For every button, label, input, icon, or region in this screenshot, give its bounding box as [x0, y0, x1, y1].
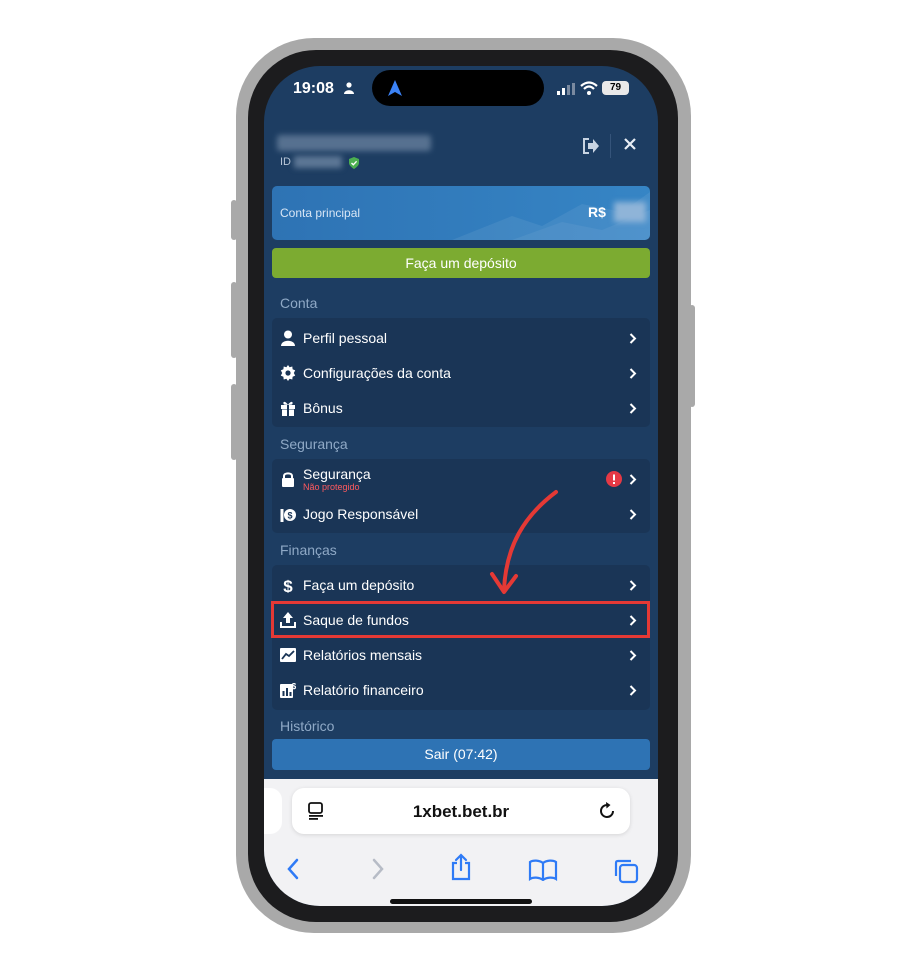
tabs-icon[interactable]: [613, 858, 639, 884]
phone-screen: 19:08 79 ID Conta principal R$ Faça um d…: [264, 66, 658, 906]
alert-icon: [606, 471, 622, 487]
dynamic-island: [372, 70, 544, 106]
navigation-arrow-icon: [388, 80, 402, 96]
responsible-gaming-icon: $: [280, 509, 296, 522]
menu-item-label: Perfil pessoal: [303, 330, 388, 346]
chevron-right-icon: [629, 403, 637, 414]
menu-item-label: Relatório financeiro: [303, 682, 424, 698]
section-title-seguranca: Segurança: [280, 436, 348, 452]
security-status-text: Não protegido: [303, 482, 360, 492]
reload-icon[interactable]: [598, 802, 616, 820]
back-icon[interactable]: [286, 858, 300, 880]
section-title-financas: Finanças: [280, 542, 337, 558]
logout-icon[interactable]: [582, 138, 600, 154]
person-icon: [344, 82, 354, 94]
volume-up-button: [231, 282, 237, 358]
svg-text:$: $: [287, 511, 292, 521]
power-button: [689, 305, 695, 407]
annotation-arrow: [490, 490, 558, 594]
menu-item-account-settings[interactable]: Configurações da conta: [272, 355, 650, 390]
forward-icon[interactable]: [371, 858, 385, 880]
user-id-label: ID: [280, 156, 291, 168]
previous-tab-peek[interactable]: [264, 788, 282, 834]
chevron-right-icon: [629, 509, 637, 520]
share-icon[interactable]: [450, 853, 472, 881]
menu-item-deposit[interactable]: $ Faça um depósito: [272, 567, 650, 602]
chevron-right-icon: [629, 474, 637, 485]
address-bar[interactable]: 1xbet.bet.br: [292, 788, 630, 834]
user-id-redacted: [294, 156, 342, 168]
browser-toolbar: 1xbet.bet.br: [264, 779, 658, 906]
gear-icon: [280, 365, 296, 381]
menu-item-bonus[interactable]: Bônus: [272, 390, 650, 425]
home-indicator: [390, 899, 532, 904]
chevron-right-icon: [629, 685, 637, 696]
chevron-right-icon: [629, 368, 637, 379]
financial-report-icon: $: [280, 682, 296, 698]
menu-item-financial-report[interactable]: $ Relatório financeiro: [272, 672, 650, 707]
menu-item-label: Jogo Responsável: [303, 506, 419, 522]
account-balance-redacted: [614, 202, 646, 222]
lock-icon: [282, 472, 294, 487]
cellular-signal-icon: [557, 83, 575, 95]
battery-indicator: 79: [602, 81, 629, 95]
menu-item-label: Segurança: [303, 466, 371, 482]
verified-shield-icon: [349, 157, 359, 169]
user-icon: [281, 330, 295, 346]
volume-down-button: [231, 384, 237, 460]
menu-item-label: Faça um depósito: [303, 577, 415, 593]
highlight-box: [271, 601, 650, 638]
seguranca-group: Segurança Não protegido $ Jogo Responsáv…: [272, 459, 650, 533]
chart-icon: [280, 648, 296, 662]
menu-item-personal-profile[interactable]: Perfil pessoal: [272, 320, 650, 355]
svg-text:$: $: [292, 682, 296, 691]
section-title-historico: Histórico: [280, 718, 335, 734]
svg-text:$: $: [283, 577, 293, 593]
bookmarks-icon[interactable]: [528, 859, 558, 881]
menu-item-responsible-gaming[interactable]: $ Jogo Responsável: [272, 496, 650, 531]
close-icon[interactable]: [623, 137, 637, 151]
url-text: 1xbet.bet.br: [412, 802, 510, 821]
account-currency: R$: [588, 204, 606, 220]
chevron-right-icon: [629, 650, 637, 661]
menu-item-label: Configurações da conta: [303, 365, 451, 381]
section-title-conta: Conta: [280, 295, 318, 311]
mute-switch: [231, 200, 237, 240]
account-label: Conta principal: [280, 206, 361, 220]
make-deposit-button[interactable]: Faça um depósito: [272, 248, 650, 278]
conta-group: Perfil pessoal Configurações da conta Bô…: [272, 318, 650, 427]
chevron-right-icon: [629, 333, 637, 344]
dollar-icon: $: [283, 577, 293, 593]
chevron-right-icon: [629, 580, 637, 591]
user-name-redacted: [277, 135, 431, 151]
status-time: 19:08: [293, 80, 334, 97]
logout-button[interactable]: Sair (07:42): [272, 739, 650, 770]
header-divider: [610, 134, 611, 158]
menu-item-label: Relatórios mensais: [303, 647, 423, 663]
menu-item-monthly-reports[interactable]: Relatórios mensais: [272, 637, 650, 672]
menu-item-label: Bônus: [303, 400, 343, 416]
wifi-icon: [580, 81, 598, 95]
gift-icon: [281, 401, 295, 416]
menu-item-security[interactable]: Segurança Não protegido: [272, 461, 650, 496]
main-account-card[interactable]: Conta principal R$: [272, 186, 650, 240]
